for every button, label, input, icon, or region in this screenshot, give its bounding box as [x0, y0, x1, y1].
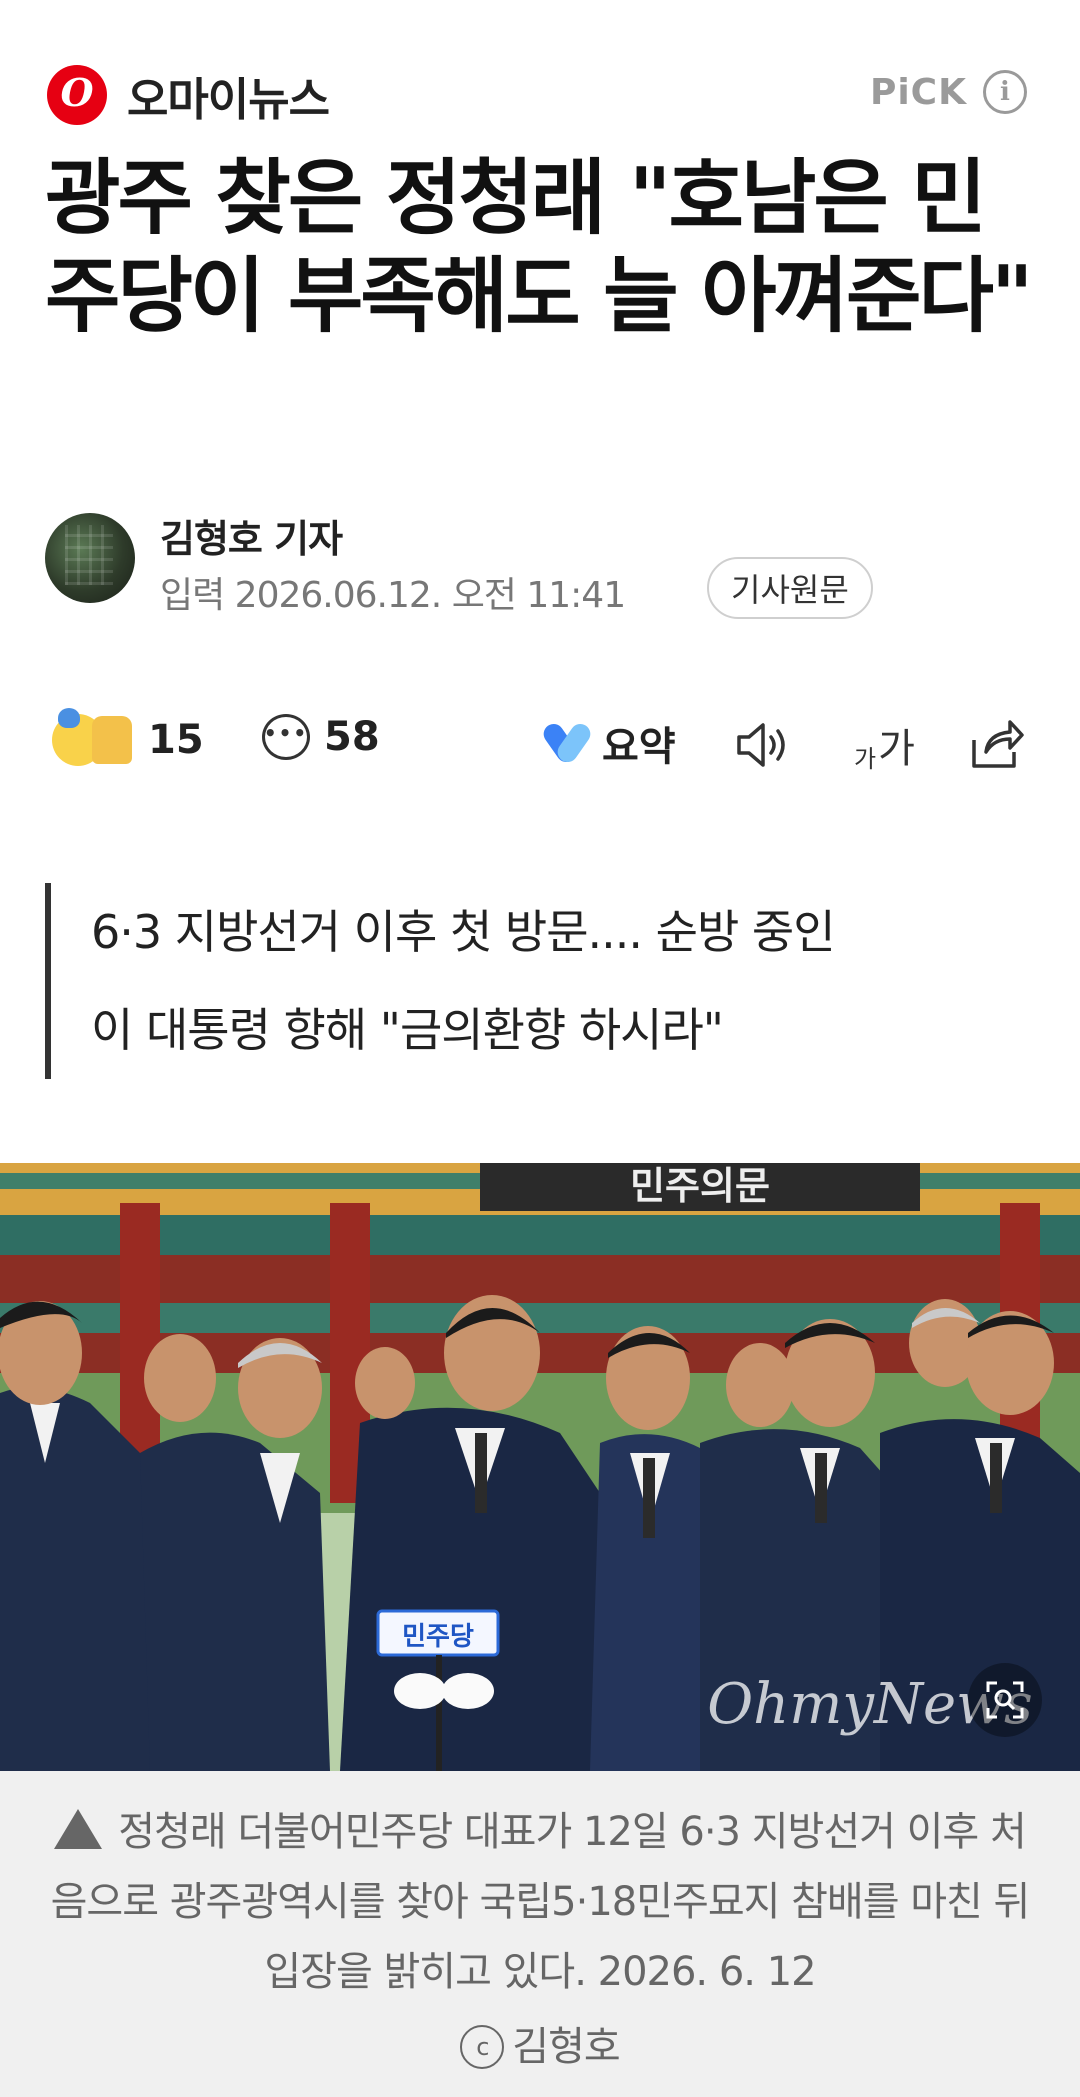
pick-label: PiCK: [869, 71, 967, 113]
article-photo[interactable]: 민주의문 민주당 OhmyNews: [0, 1163, 1080, 1771]
original-article-button[interactable]: 기사원문: [707, 557, 873, 619]
reaction-count: 15: [148, 717, 204, 763]
photo-zoom-button[interactable]: [968, 1663, 1042, 1737]
thumbs-up-icon: [92, 716, 132, 764]
publish-date: 입력 2026.06.12. 오전 11:41: [160, 575, 626, 616]
photo-caption: 정청래 더불어민주당 대표가 12일 6·3 지방선거 이후 처음으로 광주광역…: [0, 1771, 1080, 2097]
summary-sparkle-icon: [546, 722, 588, 764]
reaction-button[interactable]: 15: [52, 708, 204, 766]
ohmynews-logo-icon: O: [47, 65, 107, 125]
subtitle-line-1: 6·3 지방선거 이후 첫 방문.... 순방 중인: [91, 905, 836, 959]
summary-label: 요약: [602, 724, 676, 770]
font-size-big-label: 가: [878, 726, 915, 772]
action-bar: 15 ••• 58 요약 가 가: [0, 700, 1080, 790]
caption-text-block: 정청래 더불어민주당 대표가 12일 6·3 지방선거 이후 처음으로 광주광역…: [45, 1797, 1035, 2082]
article-subtitle: 6·3 지방선거 이후 첫 방문.... 순방 중인 이 대통령 향해 "금의환…: [45, 883, 1035, 1079]
credit-name: 김형호: [512, 2024, 620, 2070]
info-icon[interactable]: i: [983, 70, 1027, 114]
article-title: 광주 찾은 정청래 "호남은 민주당이 부족해도 늘 아껴준다": [45, 151, 1034, 344]
press-header[interactable]: O 오마이뉴스: [47, 62, 330, 128]
subtitle-line-2: 이 대통령 향해 "금의환향 하시라": [91, 1003, 724, 1057]
copyright-icon: c: [460, 2025, 505, 2069]
banner-text: 민주의문: [630, 1164, 770, 1208]
reporter-name[interactable]: 김형호 기자: [160, 508, 343, 563]
font-size-small-label: 가: [854, 745, 877, 773]
share-icon[interactable]: [970, 718, 1026, 770]
comment-button[interactable]: ••• 58: [262, 714, 380, 760]
font-size-button[interactable]: 가 가: [854, 716, 915, 774]
summary-button[interactable]: 요약: [546, 714, 676, 772]
podium-sign: 민주당: [402, 1622, 474, 1652]
photo-credit: c 김형호: [460, 2012, 621, 2082]
caption-text: 정청래 더불어민주당 대표가 12일 6·3 지방선거 이후 처음으로 광주광역…: [50, 1809, 1031, 1995]
press-name: 오마이뉴스: [127, 72, 330, 126]
comment-count: 58: [324, 714, 380, 760]
pick-badge[interactable]: PiCK i: [870, 70, 1027, 114]
reporter-avatar[interactable]: [45, 513, 135, 603]
speech-bubble-icon: •••: [262, 714, 310, 760]
triangle-up-icon: [54, 1809, 103, 1849]
speaker-icon[interactable]: [735, 720, 793, 770]
zoom-icon: [986, 1681, 1024, 1719]
